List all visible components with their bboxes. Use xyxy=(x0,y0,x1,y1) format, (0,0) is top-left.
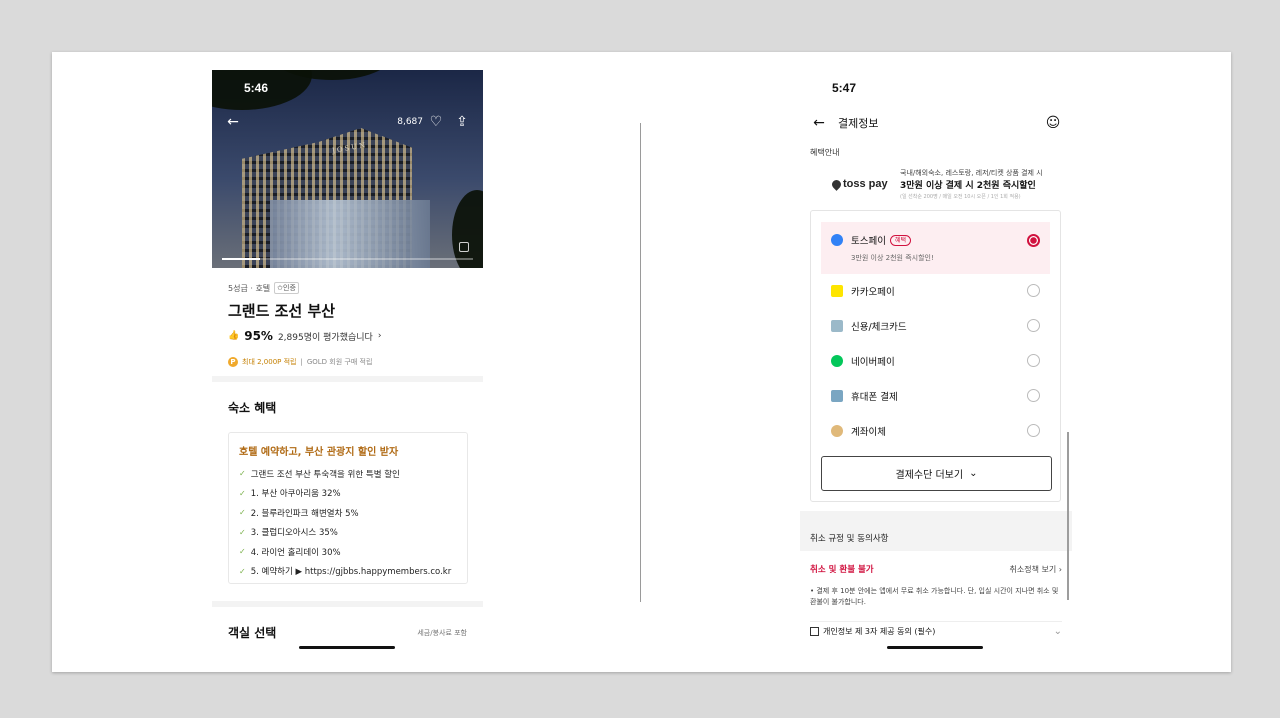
tosspay-icon xyxy=(831,234,843,246)
rating-row[interactable]: 👍 95% 2,895명이 평가했습니다 › xyxy=(228,329,467,343)
back-arrow-icon[interactable]: ← xyxy=(810,114,828,132)
pay-option-transfer[interactable]: 계좌이체 xyxy=(821,413,1050,448)
list-item: ✓ 2. 블루라인파크 해변열차 5% xyxy=(239,508,359,519)
toss-line2: 3만원 이상 결제 시 2천원 즉시할인 xyxy=(900,181,1036,191)
cancel-status: 취소 및 환불 불가 xyxy=(810,565,874,575)
rating-percent: 95% xyxy=(244,329,273,343)
check-icon: ✓ xyxy=(239,547,246,557)
kakaopay-icon xyxy=(831,284,843,297)
rating-count: 2,895명이 평가했습니다 xyxy=(277,332,373,343)
toss-banner[interactable]: toss pay 국내/해외숙소, 레스토랑, 레저/티켓 상품 결제 시 3만… xyxy=(830,164,1062,204)
share-icon[interactable]: ⇪ xyxy=(453,113,471,131)
hero-nav: ← 8,687 ♡ ⇪ xyxy=(212,110,483,134)
tosspay-logo: toss pay xyxy=(830,177,900,191)
payment-method-box: 토스페이 혜택 3만원 이상 2천원 즉시할인! 카카오페이 신용/체크카드 네… xyxy=(810,210,1061,502)
tosspay-sub: 3만원 이상 2천원 즉시할인! xyxy=(851,254,934,262)
benefit-tag: 혜택 xyxy=(889,234,912,246)
toss-line1: 국내/해외숙소, 레스토랑, 레저/티켓 상품 결제 시 xyxy=(900,169,1043,177)
points-sub: GOLD 회원 구매 적립 xyxy=(306,358,373,366)
hotel-photo[interactable]: JOSUN 5:46 70 ← 8,687 ♡ ⇪ xyxy=(212,70,483,268)
panel-divider xyxy=(640,123,641,602)
radio-tosspay[interactable] xyxy=(1027,233,1040,247)
benefit-box: 호텔 예약하고, 부산 관광지 할인 받자 ✓ 그랜드 조선 부산 투숙객을 위한… xyxy=(228,432,468,584)
benefit-box-title: 호텔 예약하고, 부산 관광지 할인 받자 xyxy=(239,447,399,458)
points-row: P 최대 2,000P 적립 | GOLD 회원 구매 적립 xyxy=(228,357,467,367)
radio-card[interactable] xyxy=(1027,319,1040,332)
pay-option-kakaopay[interactable]: 카카오페이 xyxy=(821,273,1050,308)
status-time: 5:47 xyxy=(832,81,857,95)
customer-service-icon[interactable]: ☺ xyxy=(1044,114,1062,132)
list-item: ✓ 그랜드 조선 부산 투숙객을 위한 특별 할인 xyxy=(239,469,400,480)
benefit-label: 혜택안내 xyxy=(810,148,840,157)
pay-option-phone[interactable]: 휴대폰 결제 xyxy=(821,378,1050,413)
top-nav: ← 결제정보 ☺ xyxy=(800,110,1072,136)
naverpay-icon xyxy=(831,354,843,367)
section-separator xyxy=(212,376,483,382)
check-icon: ✓ xyxy=(239,527,246,537)
like-count: 8,687 xyxy=(397,117,423,127)
chevron-right-icon: › xyxy=(377,331,382,341)
benefits-title: 숙소 혜택 xyxy=(228,401,277,415)
list-item: ✓ 1. 부산 아쿠아리움 32% xyxy=(239,488,341,500)
gallery-icon[interactable] xyxy=(459,242,469,252)
home-indicator xyxy=(299,646,395,649)
list-item[interactable]: ✓ 5. 예약하기 ▶ https://gjbbs.happymembers.co… xyxy=(239,562,457,582)
cancel-section-title: 취소 규정 및 동의사항 xyxy=(810,534,889,544)
page-title: 결제정보 xyxy=(838,117,879,130)
check-icon: ✓ xyxy=(239,488,246,498)
heart-icon[interactable]: ♡ xyxy=(427,113,445,131)
check-icon: ✓ xyxy=(239,469,246,479)
hotel-name: 그랜드 조선 부산 xyxy=(228,302,336,320)
check-icon: ✓ xyxy=(239,508,246,518)
cancel-policy-row: 취소 및 환불 불가 취소정책 보기 › xyxy=(810,563,1062,576)
radio-transfer[interactable] xyxy=(1027,424,1040,437)
list-item: ✓ 3. 클럽디오아시스 35% xyxy=(239,527,338,539)
status-bar: 5:47 70 xyxy=(800,70,1072,106)
radio-naverpay[interactable] xyxy=(1027,354,1040,367)
section-separator xyxy=(800,511,1072,551)
status-bar: 5:46 70 xyxy=(212,70,483,106)
chevron-down-icon[interactable]: ⌄ xyxy=(1054,626,1062,637)
cancel-policy-link[interactable]: 취소정책 보기 › xyxy=(1010,564,1062,575)
grade-text: 5성급 · 호텔 xyxy=(228,283,271,293)
room-select-header: 객실 선택 세금/봉사료 포함 xyxy=(228,624,467,641)
points-text: 최대 2,000P 적립 xyxy=(242,358,297,366)
radio-phone[interactable] xyxy=(1027,389,1040,402)
chevron-down-icon: ⌄ xyxy=(969,468,978,479)
credit-card-icon xyxy=(831,319,843,332)
photo-progress xyxy=(222,258,473,260)
section-separator xyxy=(212,601,483,607)
tree-silhouette xyxy=(452,190,483,268)
status-time: 5:46 xyxy=(244,81,269,95)
hotel-grade: 5성급 · 호텔 ✩인증 xyxy=(228,282,467,294)
scrollbar[interactable] xyxy=(1067,432,1069,600)
pay-option-tosspay[interactable]: 토스페이 혜택 3만원 이상 2천원 즉시할인! xyxy=(821,222,1050,274)
hotel-info: 5성급 · 호텔 ✩인증 그랜드 조선 부산 👍 95% 2,895명이 평가했… xyxy=(228,282,467,367)
pay-option-naverpay[interactable]: 네이버페이 xyxy=(821,343,1050,378)
hotel-detail-screen: JOSUN 5:46 70 ← 8,687 ♡ ⇪ 5성급 · 호텔 ✩인증 그… xyxy=(212,70,483,650)
privacy-agree-row[interactable]: 개인정보 제 3자 제공 동의 (필수) ⌄ xyxy=(810,621,1062,641)
pay-option-card[interactable]: 신용/체크카드 xyxy=(821,308,1050,343)
bank-transfer-icon xyxy=(831,424,843,437)
agree-checkbox[interactable] xyxy=(810,627,819,636)
room-title: 객실 선택 xyxy=(228,626,277,640)
grade-badge: ✩인증 xyxy=(274,282,299,294)
agree-label: 개인정보 제 3자 제공 동의 (필수) xyxy=(823,627,936,636)
thumbs-up-icon: 👍 xyxy=(228,331,240,341)
toss-line3: (일 선착순 200명 / 매일 오전 10시 오픈 / 1인 1회 적용) xyxy=(900,194,1021,200)
cancel-policy-text: • 결제 후 10분 안에는 앱에서 무료 취소 가능합니다. 단, 입실 시간… xyxy=(810,587,1059,606)
room-tax-note: 세금/봉사료 포함 xyxy=(417,628,467,637)
phone-icon xyxy=(831,389,843,402)
payment-screen: 5:47 70 ← 결제정보 ☺ 혜택안내 toss pay 국내/해외숙소, … xyxy=(800,70,1072,650)
radio-kakaopay[interactable] xyxy=(1027,284,1040,297)
back-arrow-icon[interactable]: ← xyxy=(224,113,242,131)
check-icon: ✓ xyxy=(239,566,246,576)
point-icon: P xyxy=(228,357,238,367)
list-item: ✓ 4. 라이언 홀리데이 30% xyxy=(239,547,341,558)
home-indicator xyxy=(887,646,983,649)
more-methods-button[interactable]: 결제수단 더보기 ⌄ xyxy=(821,456,1052,491)
